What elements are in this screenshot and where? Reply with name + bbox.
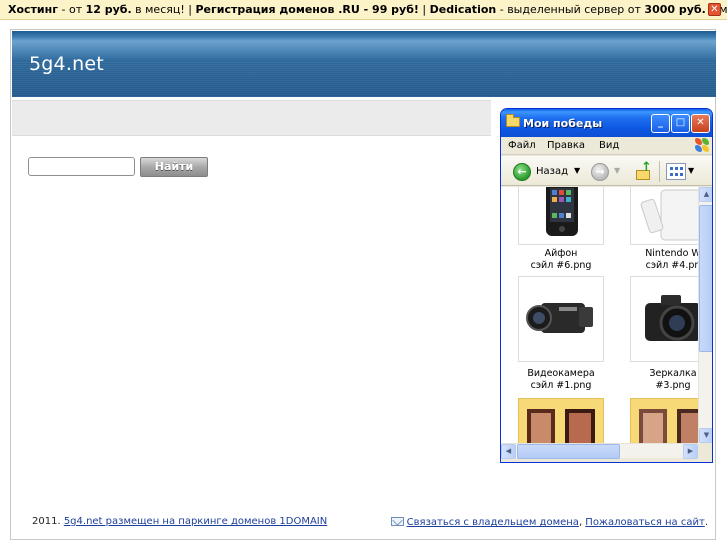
file-name-line: Видеокамера [527, 368, 595, 379]
footer: 2011. 5g4.net размещен на паркинге домен… [12, 509, 716, 539]
footer-left: 2011. 5g4.net размещен на паркинге домен… [32, 516, 327, 527]
promo-text[interactable]: Хостинг - от 12 руб. в месяц! | Регистра… [8, 3, 727, 16]
back-button-label[interactable]: Назад [536, 166, 568, 177]
promo-dedicated: Dedication [429, 3, 497, 16]
toolbar-separator [659, 161, 660, 182]
menu-edit[interactable]: Правка [547, 140, 585, 151]
promo-dedicated-price: 3000 руб. [644, 3, 706, 16]
explorer-window[interactable]: Мои победы _ □ ✕ Файл Правка Вид ← Назад… [500, 108, 713, 463]
forward-arrow-icon[interactable]: → [591, 163, 609, 181]
window-menubar: Файл Правка Вид [501, 137, 712, 155]
chevron-down-icon[interactable]: ▼ [688, 166, 694, 175]
site-title: 5g4.net [29, 53, 104, 75]
contact-owner-link[interactable]: Связаться с владельцем домена [407, 517, 579, 528]
file-name-line: Айфон [544, 248, 578, 259]
scrollbar-thumb[interactable] [699, 205, 712, 352]
promo-hosting-price: 12 руб. [85, 3, 132, 16]
nintendo-wii-image [640, 189, 698, 241]
folder-thumbnail[interactable] [518, 398, 604, 443]
file-name[interactable]: Nintendo W сэйл #4.pn [625, 248, 698, 272]
file-list: Айфон сэйл #6.png Nintendo W сэйл #4.pn [501, 187, 698, 443]
file-name-line: сэйл #1.png [530, 380, 592, 391]
photo-folder-image [639, 409, 698, 443]
parking-link[interactable]: 5g4.net размещен на паркинге доменов 1DO… [64, 516, 327, 527]
chevron-down-icon[interactable]: ▼ [574, 166, 580, 175]
file-thumbnail-iphone[interactable] [518, 187, 604, 245]
menu-file[interactable]: Файл [508, 140, 536, 151]
window-titlebar[interactable]: Мои победы _ □ ✕ [501, 109, 712, 137]
minimize-button[interactable]: _ [651, 114, 670, 133]
promo-separator: | [418, 3, 430, 16]
scroll-down-icon[interactable]: ▼ [699, 428, 712, 443]
window-title: Мои победы [523, 117, 603, 130]
file-name[interactable]: Айфон сэйл #6.png [513, 248, 609, 272]
promo-text-part: в месяц! | [131, 3, 196, 16]
views-icon[interactable] [666, 163, 686, 180]
maximize-button[interactable]: □ [671, 114, 690, 133]
file-name[interactable]: Зеркалка #3.png [625, 368, 698, 392]
promo-bar: Хостинг - от 12 руб. в месяц! | Регистра… [0, 0, 727, 20]
photo-folder-image [527, 409, 595, 443]
file-name-line: Nintendo W [645, 248, 698, 259]
chevron-down-icon[interactable]: ▼ [614, 166, 620, 175]
search-input[interactable] [28, 157, 135, 176]
window-close-button[interactable]: ✕ [691, 114, 710, 133]
footer-right: Связаться с владельцем домена, Пожаловат… [390, 516, 708, 528]
folder-icon [506, 114, 520, 127]
mail-icon [390, 517, 404, 526]
scroll-up-icon[interactable]: ▲ [699, 187, 712, 202]
folder-up-icon[interactable]: ↑ [634, 160, 652, 181]
vertical-scrollbar[interactable]: ▲ ▼ [698, 187, 712, 443]
iphone-image [546, 187, 578, 236]
resize-grip-icon[interactable] [698, 443, 712, 458]
file-name-line: #3.png [655, 380, 691, 391]
scroll-right-icon[interactable]: ▶ [683, 444, 698, 459]
up-arrow-icon: ↑ [641, 160, 652, 175]
site-header: 5g4.net [12, 31, 716, 97]
search-button[interactable]: Найти [140, 157, 208, 177]
gray-bar [12, 100, 491, 136]
folder-thumbnail[interactable] [630, 398, 698, 443]
header-stripes [12, 61, 716, 97]
footer-year: 2011. [32, 516, 64, 527]
file-name-line: Зеркалка [649, 368, 697, 379]
footer-end: . [704, 517, 708, 528]
menu-view[interactable]: Вид [599, 140, 619, 151]
promo-text-part: - от [58, 3, 86, 16]
dslr-camera-image [645, 295, 698, 341]
file-thumbnail-dslr[interactable] [630, 276, 698, 362]
horizontal-scrollbar[interactable]: ◀ ▶ [501, 443, 698, 459]
file-name-line: сэйл #6.png [530, 260, 592, 271]
windows-logo-icon [694, 137, 710, 153]
promo-hosting: Хостинг [8, 3, 58, 16]
promo-domains: Регистрация доменов .RU - 99 руб! [195, 3, 419, 16]
camcorder-image [526, 303, 593, 333]
file-name[interactable]: Видеокамера сэйл #1.png [513, 368, 609, 392]
file-name-line: сэйл #4.pn [645, 260, 698, 271]
scrollbar-thumb[interactable] [517, 444, 620, 459]
close-icon[interactable]: ✕ [708, 3, 721, 16]
file-thumbnail-camcorder[interactable] [518, 276, 604, 362]
promo-text-part: - выделенный сервер от [496, 3, 645, 16]
file-thumbnail-nintendo[interactable] [630, 187, 698, 245]
window-toolbar: ← Назад ▼ → ▼ ↑ ▼ [501, 156, 712, 186]
complain-link[interactable]: Пожаловаться на сайт [585, 517, 705, 528]
scroll-left-icon[interactable]: ◀ [501, 444, 516, 459]
back-arrow-icon[interactable]: ← [513, 163, 531, 181]
